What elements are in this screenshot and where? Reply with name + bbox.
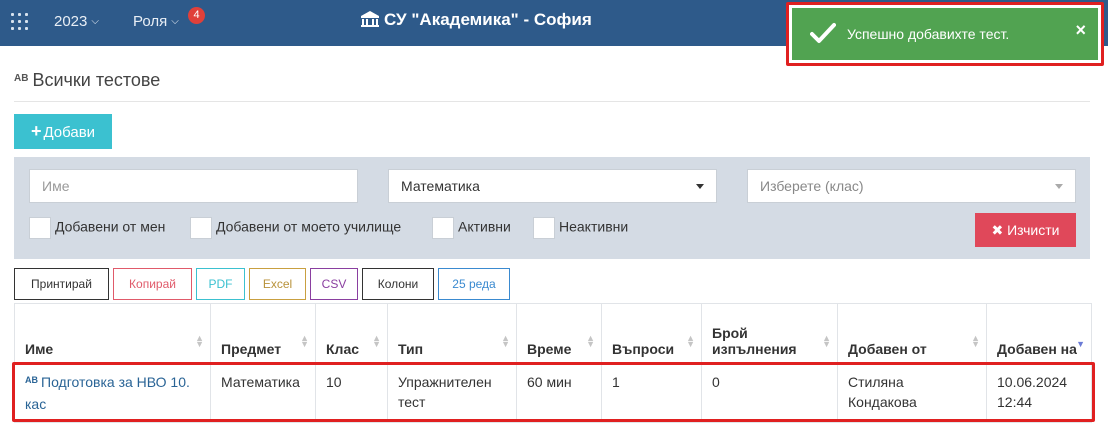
dropdown-arrow-icon (1055, 184, 1063, 189)
year-label: 2023 (54, 13, 88, 30)
column-header-questions[interactable]: Въпроси ▲ ▼ (601, 303, 702, 364)
checkbox-label: Неактивни (559, 218, 629, 235)
role-selector[interactable]: Роля ⌵ (133, 13, 179, 30)
apps-grid-icon[interactable] (11, 13, 29, 31)
dropdown-arrow-icon (696, 184, 704, 189)
tests-table: Име ▲ ▼ Предмет ▲ ▼ Клас ▲ ▼ Тип ▲ ▼ Време ▲ ▼ Въп… (14, 303, 1092, 423)
notification-badge: 4 (188, 7, 205, 24)
checkbox-box[interactable] (533, 217, 555, 239)
column-header-subject[interactable]: Предмет ▲ ▼ (210, 303, 316, 364)
sort-icon: ▲ ▼ (300, 333, 309, 349)
subject-select[interactable]: Математика (388, 169, 717, 203)
sort-icon: ▲ ▼ (686, 333, 695, 349)
page-title-text: Всички тестове (32, 70, 161, 90)
sort-icon: ▲ ▼ (586, 333, 595, 349)
add-label: Добави (43, 124, 96, 141)
toast-body: Успешно добавихте тест. × (792, 8, 1098, 60)
checkbox-box[interactable] (190, 217, 212, 239)
csv-button[interactable]: CSV (310, 268, 358, 300)
checkbox-box[interactable] (29, 217, 51, 239)
success-toast: Успешно добавихте тест. × (786, 2, 1104, 66)
column-header-type[interactable]: Тип ▲ ▼ (387, 303, 517, 364)
copy-button[interactable]: Копирай (113, 268, 192, 300)
sort-icon: ▲ ▼ (372, 333, 381, 349)
school-title: СУ "Академика" - София (360, 10, 592, 30)
test-icon: AB (25, 375, 38, 385)
cell-runs: 0 (701, 363, 838, 423)
cell-type: Упражнителен тест (387, 363, 517, 423)
cell-questions: 1 (601, 363, 702, 423)
excel-button[interactable]: Excel (249, 268, 306, 300)
page-size-button[interactable]: 25 реда (438, 268, 510, 300)
cell-class: 10 (315, 363, 388, 423)
column-header-time[interactable]: Време ▲ ▼ (516, 303, 602, 364)
role-label: Роля (133, 13, 168, 30)
divider (14, 101, 1090, 102)
columns-button[interactable]: Колони (362, 268, 434, 300)
cell-added-by: Стиляна Кондакова (837, 363, 987, 423)
test-icon: AB (14, 73, 29, 84)
checkbox-added-by-me[interactable]: Добавени от мен (29, 217, 165, 239)
checkbox-label: Добавени от мен (55, 218, 166, 235)
sort-icon: ▲ ▼ (501, 333, 510, 349)
table-header-row: Име ▲ ▼ Предмет ▲ ▼ Клас ▲ ▼ Тип ▲ ▼ Време ▲ ▼ Въп… (14, 303, 1092, 364)
pdf-button[interactable]: PDF (196, 268, 245, 300)
cell-added-on: 10.06.2024 12:44 (986, 363, 1092, 423)
subject-value: Математика (401, 178, 480, 194)
column-header-class[interactable]: Клас ▲ ▼ (315, 303, 388, 364)
chevron-down-icon: ⌵ (171, 16, 179, 27)
add-test-button[interactable]: + Добави (14, 114, 112, 149)
print-button[interactable]: Принтирай (14, 268, 109, 300)
filter-panel: Име Математика Изберете (клас) Добавени … (14, 157, 1090, 259)
checkbox-label: Добавени от моето училище (216, 218, 402, 235)
name-filter-input[interactable]: Име (29, 169, 358, 203)
checkmark-icon (810, 23, 836, 43)
school-name: СУ "Академика" - София (384, 10, 592, 29)
sort-icon: ▲ ▼ (822, 333, 831, 349)
checkbox-added-by-my-school[interactable]: Добавени от моето училище (190, 217, 401, 239)
cell-subject: Математика (210, 363, 316, 423)
clear-filters-button[interactable]: ✖ Изчисти (975, 213, 1076, 247)
checkbox-box[interactable] (432, 217, 454, 239)
column-header-name[interactable]: Име ▲ ▼ (14, 303, 211, 364)
plus-icon: + (30, 121, 42, 141)
checkbox-label: Активни (458, 218, 511, 235)
class-placeholder: Изберете (клас) (760, 178, 864, 194)
cell-time: 60 мин (516, 363, 602, 423)
column-header-runs[interactable]: Брой изпълнения ▲ ▼ (701, 303, 838, 364)
school-icon (361, 11, 379, 27)
checkbox-active[interactable]: Активни (432, 217, 511, 239)
sort-icon: ▲ ▼ (195, 333, 204, 349)
year-selector[interactable]: 2023 ⌵ (54, 13, 99, 30)
sort-icon: ▲ ▼ (971, 333, 980, 349)
column-header-added-on[interactable]: Добавен на ▼ (986, 303, 1092, 364)
checkbox-inactive[interactable]: Неактивни (533, 217, 628, 239)
close-icon[interactable]: × (1075, 20, 1086, 41)
table-row: AB Подготовка за НВО 10. кас Математика 1… (14, 363, 1092, 423)
chevron-down-icon: ⌵ (91, 16, 99, 27)
class-select[interactable]: Изберете (клас) (747, 169, 1076, 203)
column-header-added-by[interactable]: Добавен от ▲ ▼ (837, 303, 987, 364)
sort-desc-icon: ▼ (1076, 339, 1085, 349)
toast-message: Успешно добавихте тест. (847, 26, 1010, 42)
test-name-link[interactable]: AB Подготовка за НВО 10. кас (14, 363, 211, 423)
page-title: AB Всички тестове (14, 70, 160, 91)
